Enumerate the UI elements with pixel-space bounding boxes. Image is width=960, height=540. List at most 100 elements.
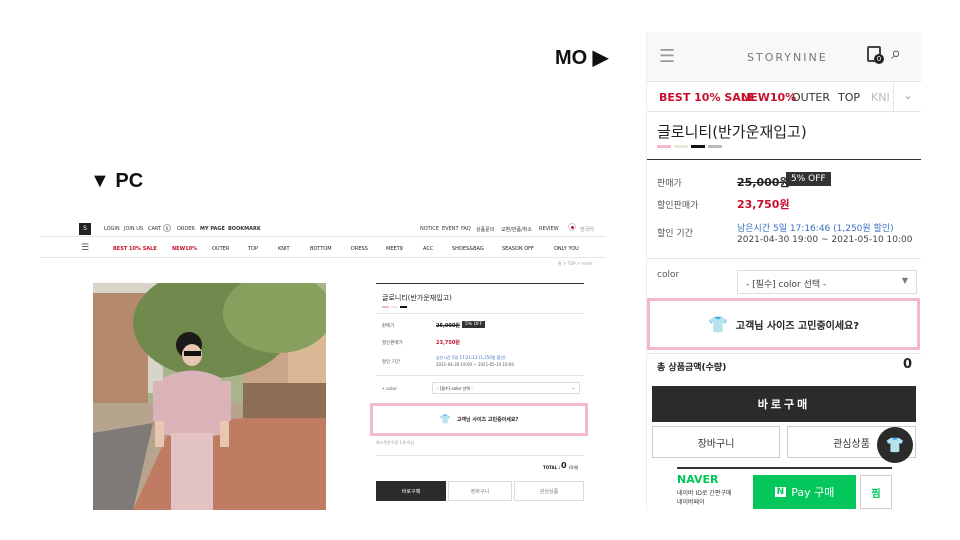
pc-notice-link[interactable]: NOTICE bbox=[420, 226, 439, 232]
pc-divider-3 bbox=[376, 455, 584, 456]
pc-period-remaining: 남은시간 5일 17:21:13 (1,250원 할인) bbox=[436, 355, 506, 360]
pc-size-banner[interactable]: 👕 고객님 사이즈 고민중이세요? bbox=[370, 403, 588, 436]
mo-period-label: 할인 기간 bbox=[657, 229, 693, 239]
pc-cart-link[interactable]: CART bbox=[148, 226, 161, 232]
search-icon[interactable]: ⌕ bbox=[891, 43, 901, 64]
pc-label: ▼ PC bbox=[90, 170, 144, 192]
mo-product-title: 글로니티(반가운재입고) bbox=[657, 123, 807, 141]
mo-color-select-text: - [필수] color 선택 - bbox=[746, 280, 827, 290]
pc-screenshot: S LOGIN JOIN US CART 0 ORDER MY PAGE BOO… bbox=[40, 220, 606, 510]
mo-cart-button[interactable]: 장바구니 bbox=[652, 426, 780, 458]
mo-color-swatches bbox=[657, 145, 727, 148]
mo-sale-price: 23,750원 bbox=[737, 198, 790, 211]
pc-wish-button[interactable]: 관심상품 bbox=[514, 481, 584, 501]
pc-mypage-link[interactable]: MY PAGE bbox=[200, 226, 225, 232]
mo-label: MO ▶ bbox=[555, 47, 609, 69]
pc-sale-price: 23,750원 bbox=[436, 340, 460, 346]
pc-period-range: 2021-04-30 19:00 ~ 2021-05-10 10:00 bbox=[436, 362, 514, 367]
mo-discount-badge: 5% OFF bbox=[786, 172, 831, 186]
pc-event-link[interactable]: EVENT bbox=[442, 226, 459, 232]
mo-cat-outer[interactable]: OUTER bbox=[792, 91, 830, 104]
pc-menu-knit[interactable]: KNIT bbox=[278, 246, 290, 252]
pc-menu-top[interactable]: TOP bbox=[248, 246, 258, 252]
pc-size-banner-text: 고객님 사이즈 고민중이세요? bbox=[456, 417, 519, 423]
mo-price-label: 판매가 bbox=[657, 179, 682, 189]
pc-menu-acc[interactable]: ACC bbox=[423, 246, 433, 252]
pc-order-link[interactable]: ORDER bbox=[177, 226, 195, 232]
mo-cat-knit[interactable]: KNI bbox=[871, 91, 890, 104]
product-photo bbox=[93, 283, 326, 510]
mo-npay-button[interactable]: N Pay 구매 bbox=[753, 475, 856, 509]
mo-price: 25,000원 bbox=[737, 176, 790, 189]
mo-category-bar: BEST 10% SALE NEW10% OUTER TOP KNI ⌄ bbox=[647, 82, 921, 112]
mo-cat-top[interactable]: TOP bbox=[838, 91, 860, 104]
pc-menu-onlyyou[interactable]: ONLY YOU bbox=[554, 246, 579, 252]
mo-period-remaining: 남은시간 5일 17:16:46 (1,250원 할인) bbox=[737, 224, 894, 234]
mo-header: ☰ STORYNINE 0 ⌕ bbox=[647, 32, 921, 82]
mo-total-label: 총 상품금액(수량) bbox=[657, 363, 727, 373]
mo-total-value: 0 bbox=[903, 357, 913, 372]
mo-divider-1 bbox=[647, 159, 921, 160]
pc-menu-bottom[interactable]: BOTTOM bbox=[310, 246, 332, 252]
pc-price-label: 판매가 bbox=[382, 324, 395, 329]
pc-total-label: TOTAL : bbox=[543, 465, 561, 470]
pc-period-label: 할인 기간 bbox=[382, 360, 400, 365]
mo-zzim-button[interactable]: 찜 bbox=[860, 475, 892, 509]
pc-cart-count: 0 bbox=[163, 224, 171, 232]
pc-divider-1 bbox=[376, 313, 584, 314]
pc-menu-dress[interactable]: DRESS bbox=[351, 246, 368, 252]
pc-color-select-text: - [필수] color 선택 - bbox=[437, 386, 473, 391]
pc-menu-meet9[interactable]: MEET9 bbox=[386, 246, 403, 252]
mo-divider-2 bbox=[647, 258, 921, 259]
pc-review-link[interactable]: REVIEW bbox=[539, 226, 559, 232]
pc-menu-shoesbag[interactable]: SHOES&BAG bbox=[452, 246, 484, 252]
pc-menu-new[interactable]: NEW10% bbox=[172, 246, 197, 252]
mo-color-select[interactable]: - [필수] color 선택 - ▼ bbox=[737, 270, 917, 294]
pc-menu-seasonoff[interactable]: SEASON OFF bbox=[502, 246, 534, 252]
hamburger-icon[interactable]: ☰ bbox=[81, 243, 89, 253]
pc-qna-link[interactable]: 상품문의 bbox=[476, 226, 494, 233]
pc-cart-button[interactable]: 장바구니 bbox=[448, 481, 512, 501]
pc-top-bar: S LOGIN JOIN US CART 0 ORDER MY PAGE BOO… bbox=[40, 220, 606, 237]
floating-tshirt-icon[interactable]: 👕 bbox=[877, 427, 913, 463]
pc-breadcrumb: 홈 > TOP > 티셔츠 bbox=[558, 261, 593, 266]
tshirt-icon: 👕 bbox=[707, 314, 728, 334]
chevron-down-icon: ⌄ bbox=[571, 385, 575, 390]
mo-color-label: color bbox=[657, 270, 680, 280]
pc-discount-badge: 5% OFF bbox=[462, 321, 486, 328]
caret-down-icon: ▼ bbox=[901, 276, 908, 285]
pc-total-value: 0 bbox=[561, 461, 567, 470]
pc-exchange-link[interactable]: 교환/반품/취소 bbox=[501, 226, 532, 233]
mo-naver-brand: NAVER bbox=[677, 473, 719, 486]
pc-buy-button[interactable]: 바로구매 bbox=[376, 481, 446, 501]
mo-buy-button[interactable]: 바로구매 bbox=[652, 386, 916, 422]
pc-color-select[interactable]: - [필수] color 선택 - ⌄ bbox=[432, 382, 580, 394]
mo-sale-label: 할인판매가 bbox=[657, 201, 699, 211]
npay-n-icon: N bbox=[774, 487, 787, 497]
pc-bookmark-link[interactable]: BOOKMARK bbox=[228, 226, 261, 232]
pc-total-unit: (0개) bbox=[569, 465, 579, 470]
pc-product-info: 글로니티(반가운재입고) 판매가 25,000원 5% OFF 할인판매가 23… bbox=[370, 283, 588, 510]
pc-color-swatches bbox=[382, 306, 410, 308]
pc-category-menu: ☰ BEST 10% SALE NEW10% OUTER TOP KNIT BO… bbox=[40, 238, 606, 258]
pc-faq-link[interactable]: FAQ bbox=[461, 226, 471, 232]
pc-sale-label: 할인판매가 bbox=[382, 341, 403, 346]
pc-joinus-link[interactable]: JOIN US bbox=[124, 226, 143, 232]
pc-price: 25,000원 bbox=[436, 323, 460, 329]
pc-logo[interactable]: S bbox=[79, 223, 91, 235]
mo-brand-logo[interactable]: STORYNINE bbox=[747, 51, 828, 64]
mo-cart-count: 0 bbox=[874, 54, 884, 64]
hamburger-icon[interactable]: ☰ bbox=[659, 46, 675, 67]
mo-cat-new[interactable]: NEW10% bbox=[741, 91, 796, 104]
mo-size-banner[interactable]: 👕 고객님 사이즈 고민중이세요? bbox=[647, 298, 920, 350]
tshirt-icon: 👕 bbox=[439, 414, 451, 425]
chevron-down-icon[interactable]: ⌄ bbox=[893, 82, 921, 111]
pc-product-title: 글로니티(반가운재입고) bbox=[382, 294, 452, 302]
pc-menu-best[interactable]: BEST 10% SALE bbox=[113, 246, 157, 252]
pc-language-link[interactable]: 한국어 bbox=[580, 226, 594, 233]
mo-npay-label: Pay 구매 bbox=[791, 486, 835, 499]
pc-menu-outer[interactable]: OUTER bbox=[212, 246, 229, 252]
pc-login-link[interactable]: LOGIN bbox=[104, 226, 120, 232]
korea-flag-icon bbox=[568, 223, 576, 231]
pc-min-order: 최소주문수량 1개 이상 bbox=[376, 440, 415, 445]
